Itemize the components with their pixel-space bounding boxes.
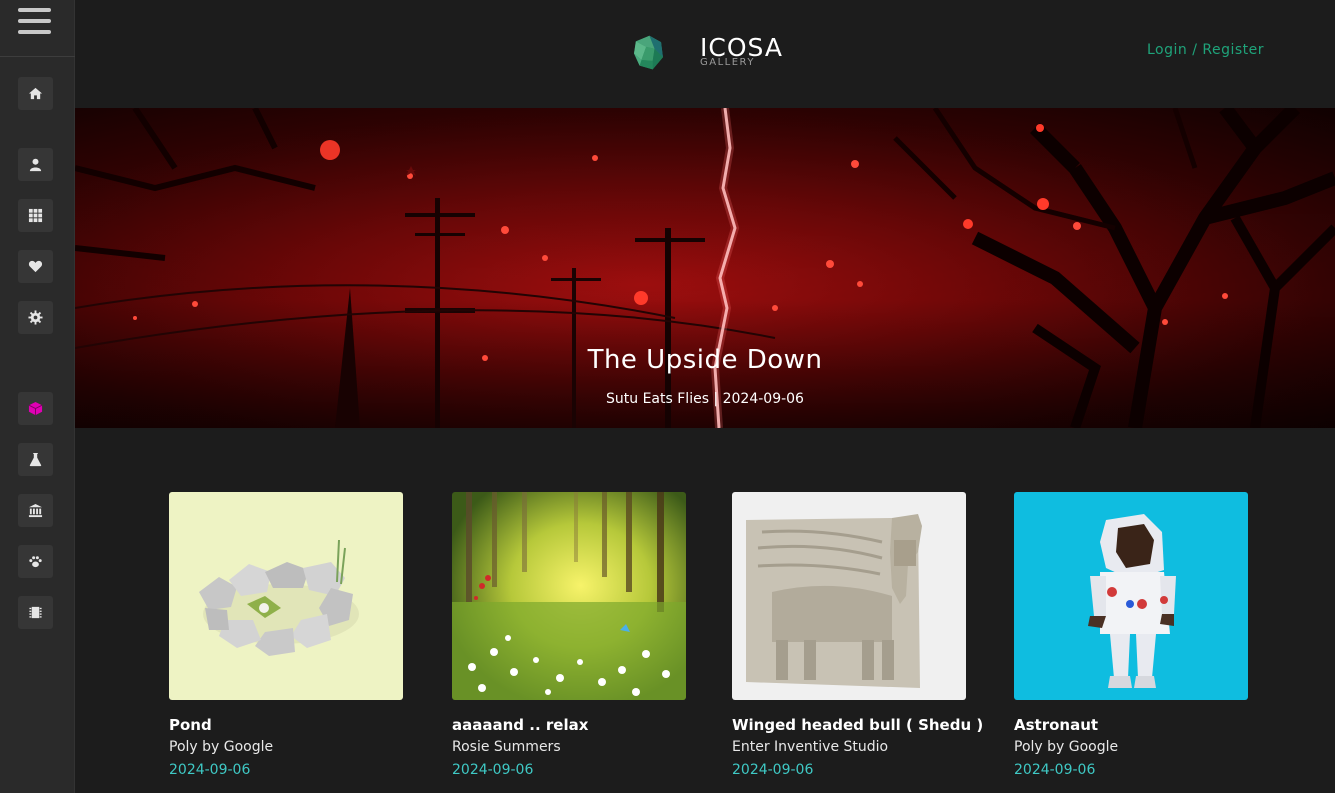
menu-toggle-button[interactable] (0, 0, 75, 57)
icosa-logo-icon[interactable] (634, 14, 704, 92)
model-thumbnail[interactable] (1014, 492, 1248, 700)
sidebar-item-animals[interactable] (18, 545, 53, 578)
login-register-link[interactable]: Login / Register (1147, 42, 1264, 58)
hamburger-line (18, 30, 51, 34)
paw-icon (29, 556, 42, 568)
user-icon (29, 158, 42, 172)
featured-title[interactable]: The Upside Down (75, 345, 1335, 375)
gear-icon (28, 310, 43, 325)
model-author[interactable]: Poly by Google (169, 739, 403, 755)
cube-icon (28, 401, 43, 416)
logo-subtitle: GALLERY (700, 57, 755, 68)
featured-subtitle: Sutu Eats Flies | 2024-09-06 (606, 391, 804, 407)
model-title[interactable]: aaaaand .. relax (452, 716, 686, 734)
sidebar-item-profile[interactable] (18, 148, 53, 181)
sidebar (0, 0, 75, 793)
forest-thumbnail-image (452, 492, 686, 700)
model-thumbnail[interactable] (452, 492, 686, 700)
hamburger-icon (18, 8, 51, 12)
sidebar-item-science[interactable] (18, 443, 53, 476)
heart-icon (28, 260, 43, 273)
model-author[interactable]: Rosie Summers (452, 739, 686, 755)
model-title[interactable]: Winged headed bull ( Shedu ) (732, 716, 983, 734)
museum-icon (28, 503, 43, 518)
sidebar-item-likes[interactable] (18, 250, 53, 283)
featured-banner-image (75, 108, 1335, 428)
model-card-relax[interactable]: aaaaand .. relax Rosie Summers 2024-09-0… (452, 492, 686, 778)
hamburger-line (18, 19, 51, 23)
model-date: 2024-09-06 (1014, 762, 1096, 778)
sidebar-item-tech[interactable] (18, 596, 53, 629)
model-card-pond[interactable]: Pond Poly by Google 2024-09-06 (169, 492, 403, 778)
top-header: ICOSA GALLERY Login / Register (75, 0, 1335, 108)
flask-icon (29, 452, 42, 467)
sidebar-item-culture[interactable] (18, 494, 53, 527)
grid-icon (28, 208, 43, 223)
pond-thumbnail-image (169, 492, 403, 700)
model-card-shedu[interactable]: Winged headed bull ( Shedu ) Enter Inven… (732, 492, 983, 778)
model-card-astronaut[interactable]: Astronaut Poly by Google 2024-09-06 (1014, 492, 1248, 778)
model-date: 2024-09-06 (169, 762, 251, 778)
model-thumbnail[interactable] (169, 492, 403, 700)
astronaut-thumbnail-image (1014, 492, 1248, 700)
sidebar-item-models[interactable] (18, 392, 53, 425)
model-title[interactable]: Pond (169, 716, 403, 734)
sidebar-item-home[interactable] (18, 77, 53, 110)
model-title[interactable]: Astronaut (1014, 716, 1248, 734)
model-date: 2024-09-06 (452, 762, 534, 778)
model-date: 2024-09-06 (732, 762, 814, 778)
model-author[interactable]: Poly by Google (1014, 739, 1248, 755)
chip-icon (29, 606, 42, 619)
sidebar-item-settings[interactable] (18, 301, 53, 334)
featured-banner[interactable]: The Upside Down Sutu Eats Flies | 2024-0… (75, 108, 1335, 428)
sidebar-item-browse[interactable] (18, 199, 53, 232)
model-thumbnail[interactable] (732, 492, 966, 700)
home-icon (28, 87, 43, 100)
shedu-thumbnail-image (732, 492, 966, 700)
model-author[interactable]: Enter Inventive Studio (732, 739, 966, 755)
